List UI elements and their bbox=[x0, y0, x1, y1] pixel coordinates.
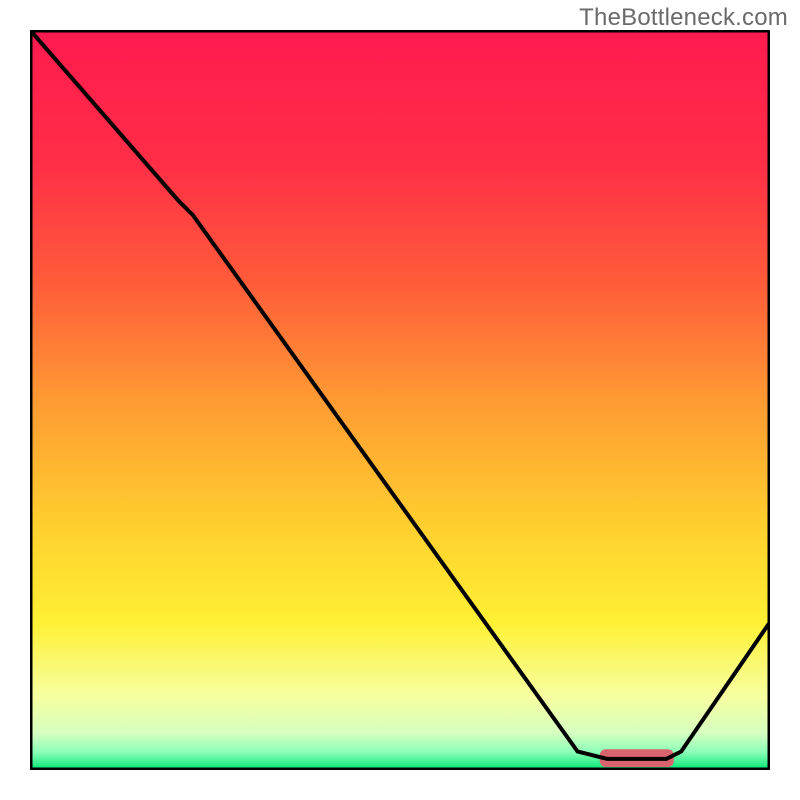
watermark-text: TheBottleneck.com bbox=[579, 4, 788, 32]
bottleneck-curve bbox=[30, 30, 770, 759]
plot-area bbox=[30, 30, 770, 770]
axis-frame bbox=[30, 30, 770, 770]
chart-overlay bbox=[30, 30, 770, 770]
chart-container: TheBottleneck.com bbox=[0, 0, 800, 800]
